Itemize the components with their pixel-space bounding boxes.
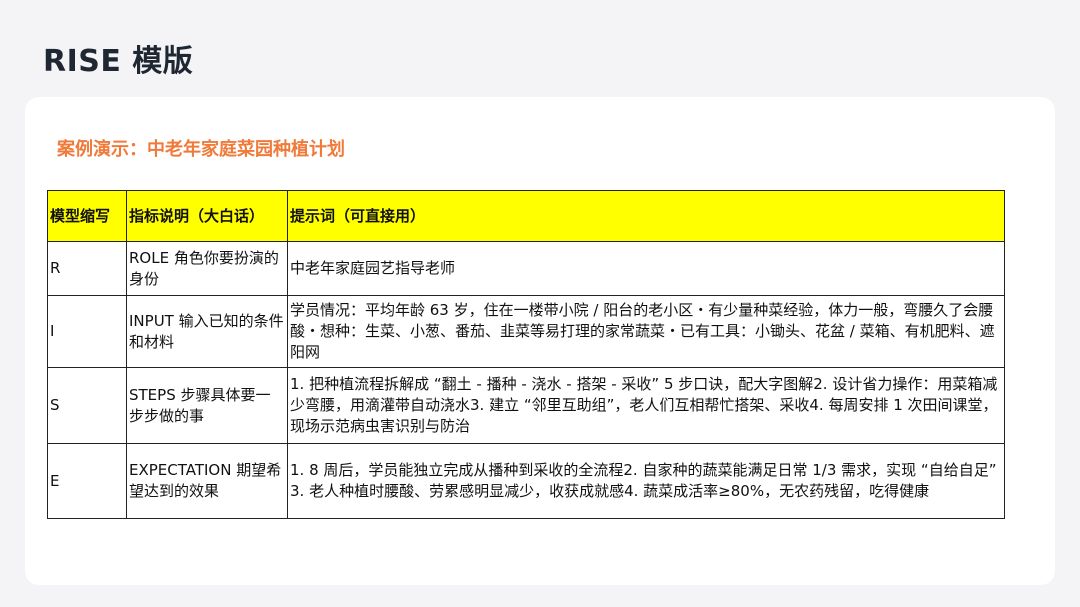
table-row: R ROLE 角色你要扮演的身份 中老年家庭园艺指导老师	[47, 241, 1005, 296]
header-abbr: 模型缩写	[47, 190, 127, 242]
row-abbr: S	[47, 367, 127, 444]
rise-table: 模型缩写 指标说明（大白话） 提示词（可直接用） R ROLE 角色你要扮演的身…	[47, 190, 1005, 519]
row-desc: INPUT 输入已知的条件和材料	[126, 295, 288, 368]
header-desc: 指标说明（大白话）	[126, 190, 288, 242]
row-prompt: 中老年家庭园艺指导老师	[287, 241, 1005, 296]
table-row: I INPUT 输入已知的条件和材料 学员情况：平均年龄 63 岁，住在一楼带小…	[47, 295, 1005, 368]
row-prompt: 1. 把种植流程拆解成 “翻土 - 播种 - 浇水 - 搭架 - 采收” 5 步…	[287, 367, 1005, 444]
row-abbr: R	[47, 241, 127, 296]
header-prompt: 提示词（可直接用）	[287, 190, 1005, 242]
table-row: E EXPECTATION 期望希望达到的效果 1. 8 周后，学员能独立完成从…	[47, 443, 1005, 519]
case-subtitle: 案例演示：中老年家庭菜园种植计划	[57, 139, 345, 160]
row-desc: STEPS 步骤具体要一步步做的事	[126, 367, 288, 444]
table-row: S STEPS 步骤具体要一步步做的事 1. 把种植流程拆解成 “翻土 - 播种…	[47, 367, 1005, 444]
table-header-row: 模型缩写 指标说明（大白话） 提示词（可直接用）	[47, 190, 1005, 242]
row-desc: EXPECTATION 期望希望达到的效果	[126, 443, 288, 519]
row-desc: ROLE 角色你要扮演的身份	[126, 241, 288, 296]
page-title: RISE 模版	[43, 44, 194, 79]
row-abbr: E	[47, 443, 127, 519]
row-abbr: I	[47, 295, 127, 368]
row-prompt: 学员情况：平均年龄 63 岁，住在一楼带小院 / 阳台的老小区・有少量种菜经验，…	[287, 295, 1005, 368]
row-prompt: 1. 8 周后，学员能独立完成从播种到采收的全流程2. 自家种的蔬菜能满足日常 …	[287, 443, 1005, 519]
